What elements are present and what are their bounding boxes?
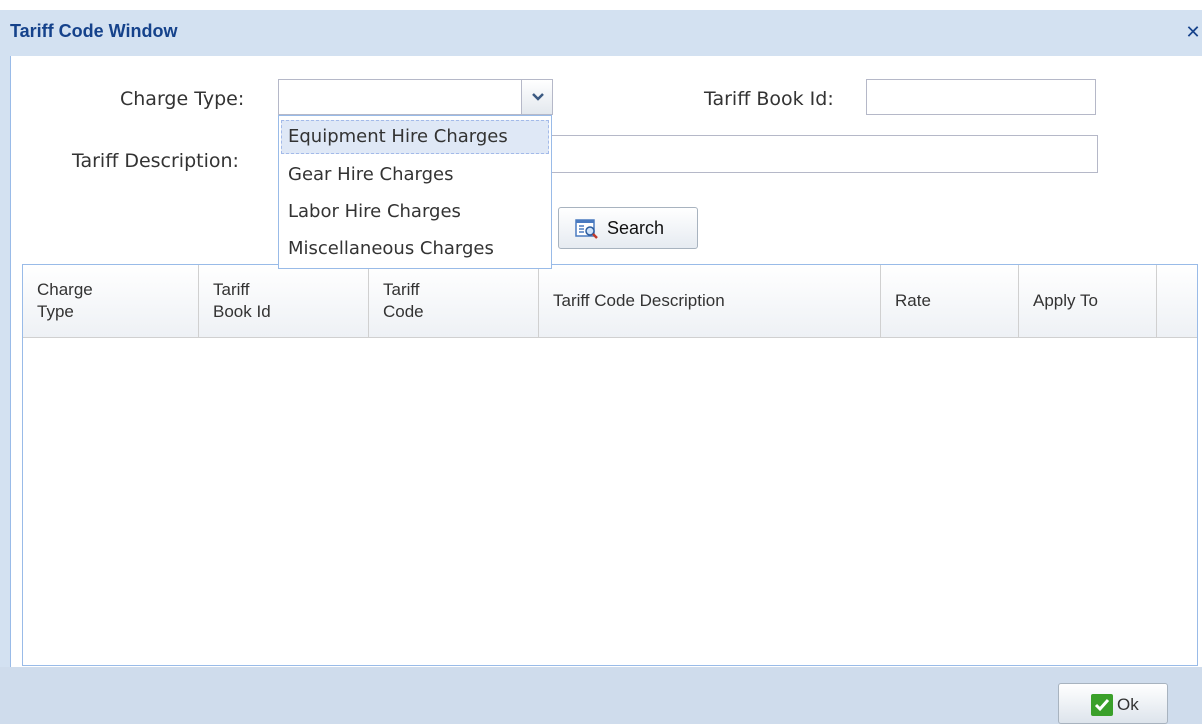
close-icon[interactable]: ✕ [1184, 22, 1202, 44]
tariff-book-id-label: Tariff Book Id: [704, 88, 834, 110]
window-title: Tariff Code Window [10, 21, 178, 41]
column-header-apply-to[interactable]: Apply To [1019, 265, 1157, 337]
charge-type-combo-input[interactable] [278, 79, 524, 115]
column-header-label: Tariff Code [383, 280, 424, 321]
column-header-tariff-book-id[interactable]: Tariff Book Id [199, 265, 369, 337]
window-footer [0, 667, 1202, 724]
column-header-tariff-code[interactable]: Tariff Code [369, 265, 539, 337]
ok-button[interactable]: Ok [1058, 683, 1168, 724]
ok-button-label: Ok [1117, 695, 1139, 714]
column-header-label: Tariff Book Id [213, 280, 271, 321]
search-button[interactable]: Search [558, 207, 698, 249]
search-icon [575, 218, 599, 244]
dropdown-option-equipment-hire[interactable]: Equipment Hire Charges [281, 120, 549, 154]
column-header-label: Tariff Code Description [553, 291, 725, 310]
column-header-label: Charge Type [37, 280, 93, 321]
title-bar: Tariff Code Window ✕ [0, 10, 1202, 56]
dropdown-option-miscellaneous[interactable]: Miscellaneous Charges [281, 232, 549, 266]
tariff-book-id-input[interactable] [866, 79, 1096, 115]
column-header-label: Apply To [1033, 291, 1098, 310]
tariff-code-grid: Charge Type Tariff Book Id Tariff Code T… [22, 264, 1198, 666]
column-header-tariff-code-description[interactable]: Tariff Code Description [539, 265, 881, 337]
dropdown-option-gear-hire[interactable]: Gear Hire Charges [281, 158, 549, 192]
tariff-description-label: Tariff Description: [72, 150, 239, 172]
grid-body [23, 338, 1197, 665]
chevron-down-icon[interactable] [521, 79, 553, 115]
column-header-label: Rate [895, 291, 931, 310]
top-strip [0, 0, 1202, 10]
column-header-filler [1157, 265, 1197, 337]
column-header-rate[interactable]: Rate [881, 265, 1019, 337]
charge-type-label: Charge Type: [120, 88, 245, 110]
tariff-code-window: Tariff Code Window ✕ Charge Type: Tariff… [0, 0, 1202, 724]
check-icon [1091, 694, 1113, 720]
dropdown-option-labor-hire[interactable]: Labor Hire Charges [281, 195, 549, 229]
column-header-charge-type[interactable]: Charge Type [23, 265, 199, 337]
search-button-label: Search [607, 218, 665, 238]
grid-header: Charge Type Tariff Book Id Tariff Code T… [23, 265, 1197, 338]
charge-type-dropdown: Equipment Hire Charges Gear Hire Charges… [278, 115, 552, 269]
